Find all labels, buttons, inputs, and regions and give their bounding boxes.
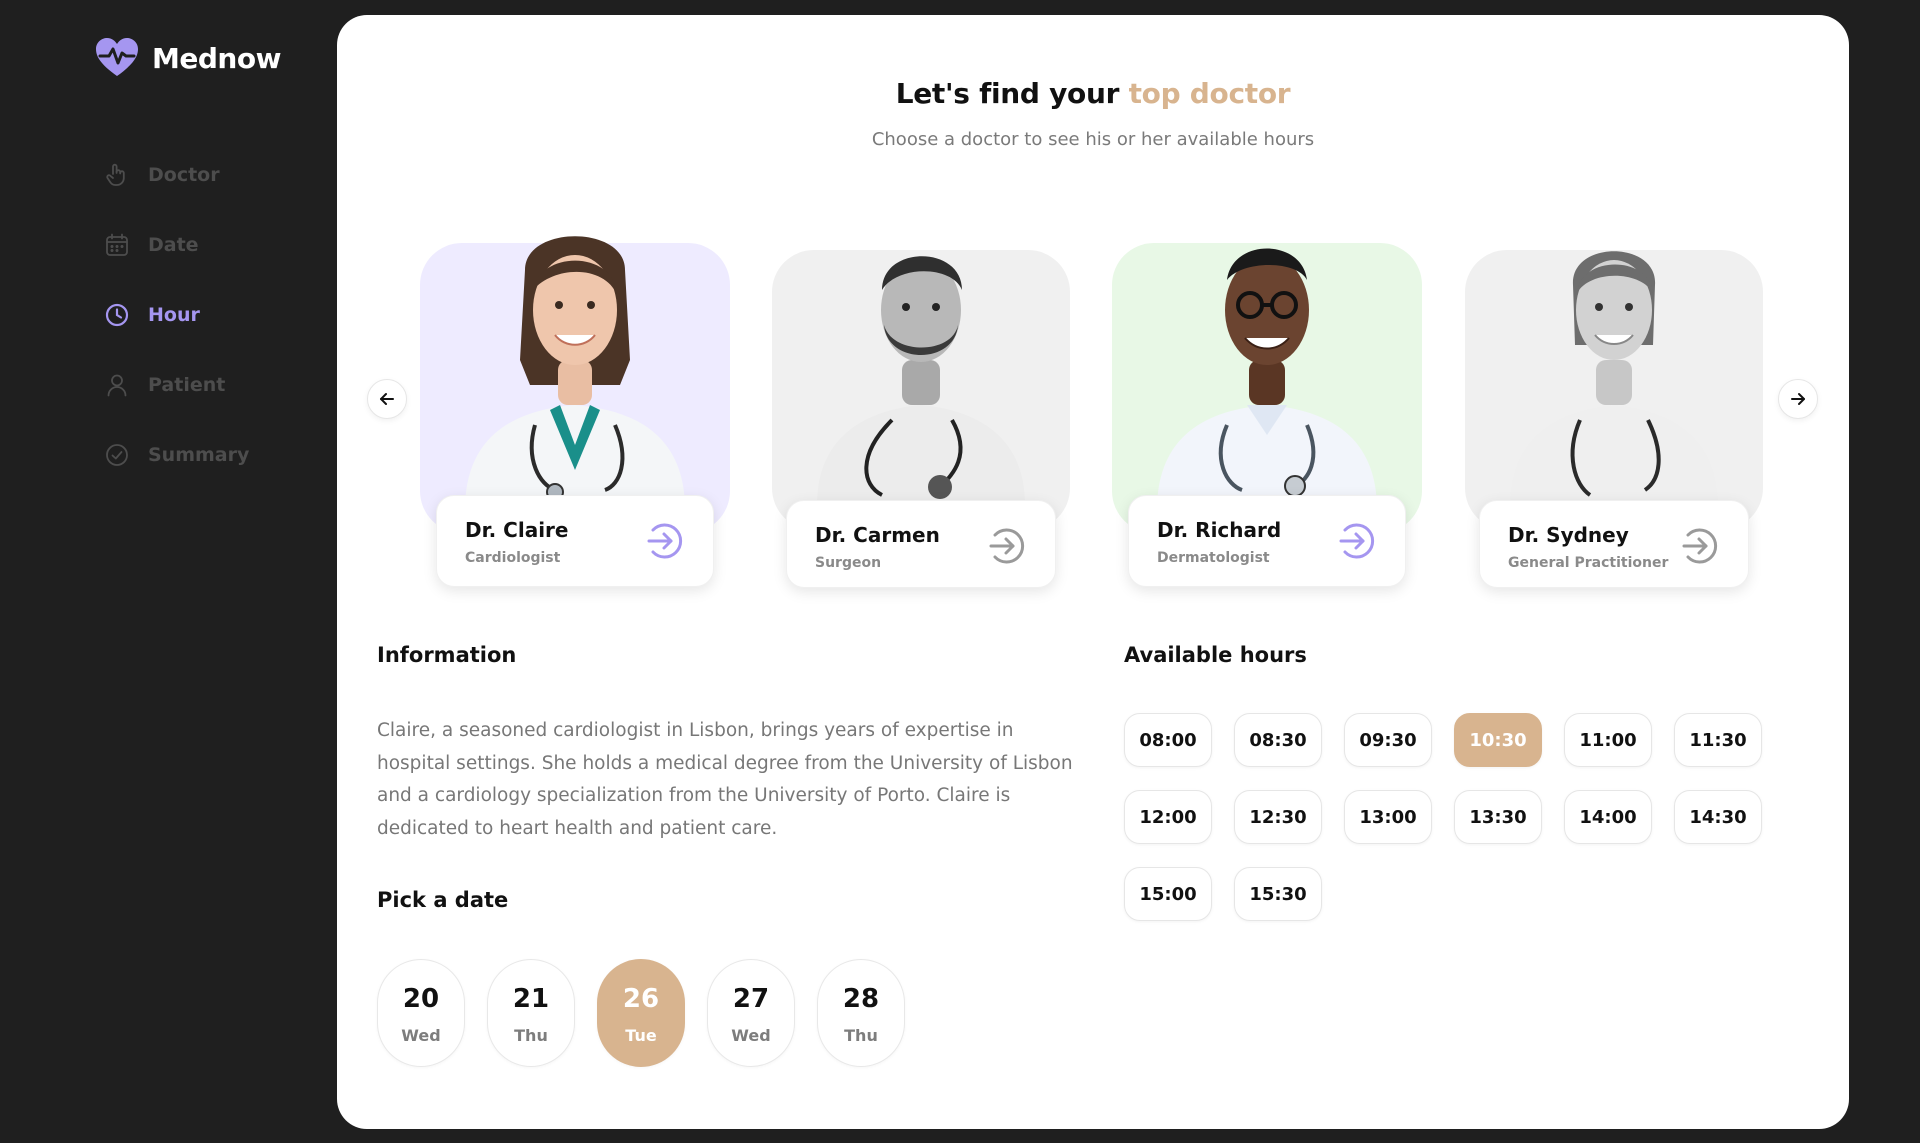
date-weekday: Tue [625, 1026, 657, 1045]
hour-option[interactable]: 15:30 [1234, 867, 1322, 921]
page-title: Let's find your top doctor [337, 77, 1849, 110]
nav-label-hour: Hour [148, 304, 200, 326]
nav-item-doctor[interactable]: Doctor [104, 140, 249, 210]
doctor-card-richard[interactable]: Dr. Richard Dermatologist [1112, 210, 1422, 595]
title-main: Let's find your [895, 77, 1129, 110]
hour-option[interactable]: 13:00 [1344, 790, 1432, 844]
nav-menu: Doctor Date Hour Patient Summary [104, 140, 249, 490]
doctor-specialty: General Practitioner [1508, 555, 1669, 571]
brand-logo[interactable]: Mednow [94, 36, 281, 80]
hour-option[interactable]: 14:30 [1674, 790, 1762, 844]
hour-option[interactable]: 12:30 [1234, 790, 1322, 844]
arrow-circle-right-icon[interactable] [643, 520, 685, 562]
hand-pointer-icon [106, 163, 125, 186]
doctor-portrait-carmen [817, 256, 1025, 505]
doctor-info-card[interactable]: Dr. Richard Dermatologist [1128, 495, 1406, 587]
nav-item-summary[interactable]: Summary [104, 420, 249, 490]
doctor-portrait-sydney [1510, 251, 1718, 505]
title-accent: top doctor [1128, 77, 1291, 110]
nav-item-patient[interactable]: Patient [104, 350, 249, 420]
doctor-portrait-richard [1157, 248, 1377, 510]
doctor-name: Dr. Carmen [815, 523, 940, 547]
hour-option-selected[interactable]: 10:30 [1454, 713, 1542, 767]
nav-label-patient: Patient [148, 374, 226, 396]
date-number: 26 [622, 984, 660, 1014]
page-subtitle: Choose a doctor to see his or her availa… [871, 129, 1315, 150]
brand-name: Mednow [152, 41, 281, 75]
doctor-specialty: Dermatologist [1157, 550, 1270, 566]
check-circle-icon [106, 444, 128, 466]
date-number: 20 [402, 984, 440, 1014]
date-weekday: Wed [401, 1026, 441, 1045]
date-number: 27 [732, 984, 770, 1014]
clock-icon [105, 303, 129, 327]
hour-option[interactable]: 12:00 [1124, 790, 1212, 844]
hour-option[interactable]: 11:00 [1564, 713, 1652, 767]
arrow-right-icon [1791, 393, 1805, 405]
date-number: 28 [842, 984, 880, 1014]
pick-date-heading: Pick a date [377, 888, 509, 912]
hour-option[interactable]: 11:30 [1674, 713, 1762, 767]
date-option-28[interactable]: 28 Thu [817, 959, 905, 1067]
doctor-info-card[interactable]: Dr. Sydney General Practitioner [1479, 500, 1749, 588]
hour-option[interactable]: 14:00 [1564, 790, 1652, 844]
date-option-26-selected[interactable]: 26 Tue [597, 959, 685, 1067]
carousel-next-button[interactable] [1778, 379, 1818, 419]
arrow-circle-right-icon[interactable] [985, 525, 1027, 567]
doctor-name: Dr. Sydney [1508, 523, 1629, 547]
arrow-circle-right-icon[interactable] [1335, 520, 1377, 562]
doctor-card-sydney[interactable]: Dr. Sydney General Practitioner [1465, 215, 1763, 595]
date-weekday: Thu [844, 1026, 878, 1045]
doctor-portrait-claire [465, 236, 685, 510]
hour-option[interactable]: 13:30 [1454, 790, 1542, 844]
nav-label-summary: Summary [148, 444, 250, 466]
doctor-specialty: Surgeon [815, 555, 882, 571]
carousel-prev-button[interactable] [367, 379, 407, 419]
nav-label-doctor: Doctor [148, 164, 220, 186]
date-number: 21 [512, 984, 550, 1014]
arrow-left-icon [380, 393, 394, 405]
arrow-circle-right-icon[interactable] [1678, 525, 1720, 567]
doctor-card-carmen[interactable]: Dr. Carmen Surgeon [772, 215, 1070, 595]
information-heading: Information [377, 643, 517, 667]
date-option-20[interactable]: 20 Wed [377, 959, 465, 1067]
doctor-info-card[interactable]: Dr. Claire Cardiologist [436, 495, 714, 587]
user-icon [107, 374, 127, 397]
hour-option[interactable]: 15:00 [1124, 867, 1212, 921]
available-hours-heading: Available hours [1124, 643, 1307, 667]
doctor-description: Claire, a seasoned cardiologist in Lisbo… [377, 720, 1073, 839]
date-weekday: Thu [514, 1026, 548, 1045]
date-option-21[interactable]: 21 Thu [487, 959, 575, 1067]
sidebar: Mednow Doctor Date Hour Patient Summary [0, 0, 336, 1143]
hour-option[interactable]: 08:00 [1124, 713, 1212, 767]
nav-label-date: Date [148, 234, 199, 256]
hour-option[interactable]: 09:30 [1344, 713, 1432, 767]
doctor-name: Dr. Richard [1157, 518, 1282, 542]
heart-pulse-icon [96, 38, 138, 76]
date-weekday: Wed [731, 1026, 771, 1045]
doctor-card-claire[interactable]: Dr. Claire Cardiologist [420, 210, 730, 595]
doctor-info-card[interactable]: Dr. Carmen Surgeon [786, 500, 1056, 588]
main-panel: Let's find your top doctor Choose a doct… [337, 15, 1849, 1129]
hour-option[interactable]: 08:30 [1234, 713, 1322, 767]
doctor-name: Dr. Claire [465, 518, 569, 542]
date-option-27[interactable]: 27 Wed [707, 959, 795, 1067]
doctor-specialty: Cardiologist [465, 550, 561, 566]
calendar-icon [106, 233, 128, 256]
nav-item-date[interactable]: Date [104, 210, 249, 280]
nav-item-hour[interactable]: Hour [104, 280, 249, 350]
